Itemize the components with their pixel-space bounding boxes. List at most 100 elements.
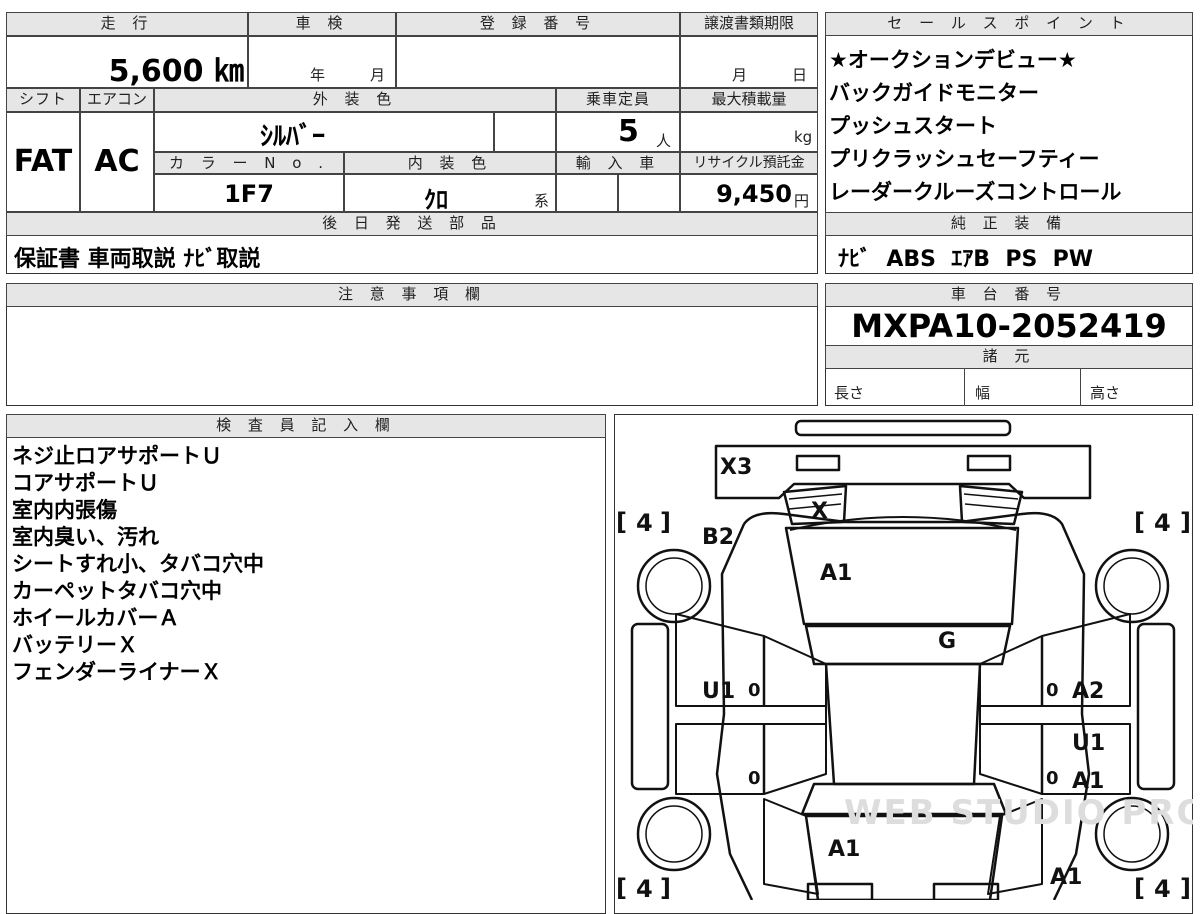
color-no-header: カ ラ ー N o . [154, 152, 344, 174]
mark-hood: A1 [828, 837, 860, 862]
recycle-header: リサイクル預託金 [680, 152, 818, 174]
registration-cell [396, 36, 680, 88]
roof [824, 662, 982, 786]
interior-color-value: ｸﾛ [424, 186, 448, 214]
chassis-value: MXPA10-2052419 [851, 307, 1167, 345]
inspector-note: ホイールカバーＡ [12, 606, 180, 630]
shift-value: FAT [13, 144, 73, 179]
rear-lamp-left [795, 454, 841, 472]
sales-point-item: レーダークルーズコントロール [829, 180, 1122, 204]
transfer-day: 日 [792, 66, 808, 84]
zero-marker: 0 [1046, 768, 1059, 789]
interior-color-cell [344, 174, 556, 212]
inspection-header: 車 検 [248, 12, 396, 36]
max-load-header: 最大積載量 [680, 88, 818, 112]
color-no-value: 1F7 [224, 180, 274, 208]
tire-rear-left [636, 548, 712, 624]
spec-height: 高さ [1090, 384, 1121, 402]
inspector-header: 検 査 員 記 入 欄 [6, 414, 606, 438]
tire-rear-right [1094, 548, 1170, 624]
roof-panel [804, 624, 1012, 666]
capacity-header: 乗車定員 [556, 88, 680, 112]
specs-divider [1080, 369, 1081, 406]
recycle-value: 9,450 [716, 180, 792, 208]
capacity-value: 5 [618, 114, 639, 149]
tire-depth-bracket: [ [616, 508, 627, 536]
watermark: WEB STUDIO PRO [844, 793, 1193, 833]
sales-point-header: セ ー ル ス ポ イ ン ト [825, 12, 1193, 36]
spec-length: 長さ [834, 384, 865, 402]
import-cell-a [556, 174, 618, 212]
tire-depth-front-left: 4 [636, 875, 653, 900]
mark-roof: A1 [820, 561, 852, 586]
chassis-header: 車 台 番 号 [825, 283, 1193, 307]
aircon-header: エアコン [80, 88, 154, 112]
tire-depth-bracket: ] [660, 508, 671, 536]
import-header: 輸 入 車 [556, 152, 680, 174]
tire-depth-bracket: [ [616, 874, 627, 900]
max-load-unit: kg [794, 128, 813, 146]
inspection-month: 月 [370, 66, 386, 84]
mark-windshield: G [938, 629, 956, 654]
tire-depth-bracket: [ [1134, 874, 1145, 900]
tire-depth-rear-left: 4 [636, 509, 653, 537]
mileage-value: 5,600 ㎞ [108, 54, 244, 89]
interior-color-suffix: 系 [534, 192, 550, 210]
tire-front-left [636, 796, 712, 872]
rear-lamp-right [966, 454, 1012, 472]
left-pillar [630, 622, 670, 791]
mark-rear-glass: X [811, 499, 828, 524]
spec-width: 幅 [975, 384, 991, 402]
import-cell-b [618, 174, 680, 212]
shift-header: シフト [6, 88, 80, 112]
left-sill [676, 705, 827, 725]
inspector-note: 室内内張傷 [12, 498, 117, 522]
sales-point-item: ★オークションデビュー★ [829, 48, 1077, 72]
registration-header: 登 録 番 号 [396, 12, 680, 36]
tire-depth-bracket: ] [1180, 874, 1191, 900]
tire-depth-bracket: ] [1180, 508, 1191, 536]
mark-trunk: B2 [702, 525, 734, 550]
inspection-year: 年 [310, 66, 326, 84]
mark-front-right-corner: A1 [1050, 865, 1082, 890]
inspector-note: フェンダーライナーＸ [12, 660, 222, 684]
mark-right-door-rear-upper: U1 [1072, 731, 1105, 756]
sales-point-item: プリクラッシュセーフティー [829, 147, 1100, 171]
inspector-note: 室内臭い、汚れ [12, 525, 159, 549]
mark-right-door-rear: A1 [1072, 769, 1104, 794]
inspector-notes-list: ネジ止ロアサポートＵ コアサポートＵ 室内内張傷 室内臭い、汚れ シートすれ小、… [6, 440, 596, 690]
tire-depth-front-right: 4 [1154, 875, 1171, 900]
mark-left-door: U1 [702, 679, 735, 704]
inspector-note: シートすれ小、タバコ穴中 [12, 552, 264, 576]
inspector-note: コアサポートＵ [12, 471, 159, 495]
rear-bumper [714, 444, 1092, 500]
right-pillar [1136, 622, 1176, 791]
exterior-color-value: ｼﾙﾊﾞｰ [260, 122, 326, 152]
inspector-note: バッテリーＸ [12, 633, 138, 657]
specs-divider [964, 369, 965, 406]
mileage-header: 走 行 [6, 12, 248, 36]
tire-depth-bracket: ] [660, 874, 671, 900]
tire-depth-rear-right: 4 [1154, 509, 1171, 537]
inspector-note: ネジ止ロアサポートＵ [12, 444, 222, 468]
later-parts-header: 後 日 発 送 部 品 [6, 212, 818, 236]
genuine-equipment-header: 純 正 装 備 [825, 212, 1193, 236]
transfer-deadline-header: 譲渡書類期限 [680, 12, 818, 36]
car-diagram: WEB STUDIO PRO [ 4 ] [ 4 ] [ 4 ] [ 4 ] 0… [616, 419, 1193, 900]
exterior-color-header: 外 装 色 [154, 88, 556, 112]
genuine-equipment-value: ﾅﾋﾞ ABS ｴｱB PS PW [838, 247, 1094, 272]
sales-point-item: プッシュスタート [829, 114, 997, 138]
aircon-value: AC [94, 144, 140, 179]
recycle-unit: 円 [794, 192, 810, 210]
interior-color-header: 内 装 色 [344, 152, 556, 174]
mark-rear-bumper: X3 [720, 455, 752, 480]
caution-header: 注 意 事 項 欄 [6, 283, 818, 307]
rear-bumper-top [794, 419, 1012, 437]
specs-header: 諸 元 [825, 345, 1193, 369]
zero-marker: 0 [748, 680, 761, 701]
zero-marker: 0 [748, 768, 761, 789]
sales-point-item: バックガイドモニター [829, 81, 1039, 105]
mark-right-door: A2 [1072, 679, 1104, 704]
later-parts-value: 保証書 車両取説 ﾅﾋﾞ取説 [14, 247, 261, 272]
sales-point-list: ★オークションデビュー★ バックガイドモニター プッシュスタート プリクラッシュ… [829, 44, 1189, 214]
